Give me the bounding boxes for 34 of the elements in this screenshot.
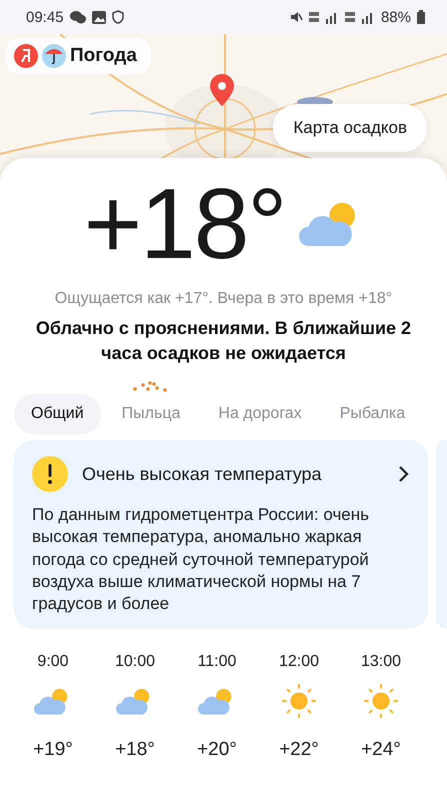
hour-weather-icon: [280, 682, 318, 720]
hour-temperature: +24°: [361, 738, 401, 761]
tab[interactable]: Общий: [14, 394, 101, 434]
signal-icon: [308, 10, 339, 24]
alert-text: По данным гидрометцентра России: очень высокая температура, аномально жаркая погода со средней суточной температурой воздуха выше климатической нормы на 7 градусов и более: [32, 504, 370, 615]
signal-icon: [344, 10, 375, 24]
battery-icon: [417, 10, 425, 24]
hour-time: 11:00: [198, 652, 236, 671]
hour-temperature: +20°: [197, 738, 237, 761]
alert-card[interactable]: Очень высокая температура По данным гидрометцентра России: очень высокая температура, аномально жаркая погода со средней суточной температурой воздуха выше климатической нормы на 7 градусов и более: [14, 440, 428, 629]
status-time: 09:45: [26, 8, 64, 26]
logo-icon: [14, 44, 38, 68]
hour-temperature: +22°: [279, 738, 319, 761]
mute-icon: [288, 10, 303, 24]
alert-title: Очень высокая температура: [82, 464, 323, 485]
hour-time: 9:00: [37, 652, 69, 671]
shield-icon: [112, 10, 124, 24]
hour-time: 10:00: [114, 652, 156, 671]
hour-temperature: +18°: [115, 738, 155, 761]
app-title: Погода: [70, 45, 137, 67]
chevron-right-icon: [398, 465, 410, 484]
hour-weather-icon: [362, 682, 400, 720]
hour-temperature: +19°: [33, 738, 73, 761]
umbrella-icon: [42, 44, 66, 68]
current-temperature: +18°: [84, 174, 286, 274]
battery-percent: 88%: [380, 8, 411, 26]
hour-time: 12:00: [278, 652, 320, 671]
chat-icon: [70, 10, 86, 24]
image-icon: [92, 10, 106, 24]
warning-icon: [32, 456, 68, 492]
weather-description: Облачно с прояснениями. В ближайшие 2 часа осадков не ожидается: [34, 317, 412, 366]
precipitation-map-button[interactable]: Карта осадков: [273, 104, 427, 152]
hour-time: 13:00: [360, 652, 402, 671]
feels-like-text: Ощущается как +17°. Вчера в это время +18°: [54, 290, 392, 308]
